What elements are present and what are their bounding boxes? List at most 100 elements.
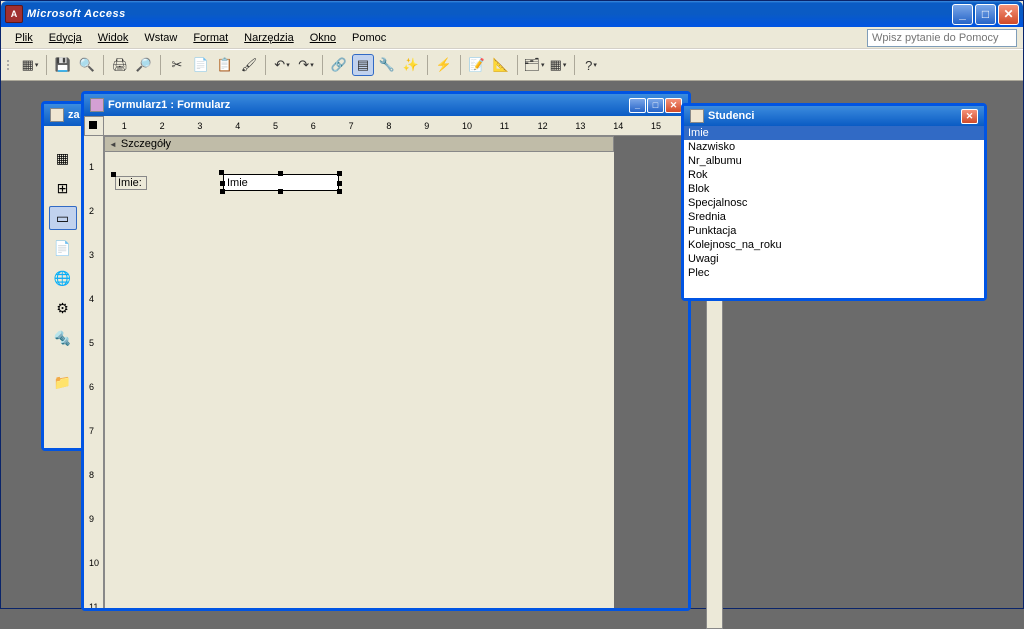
toolbox-button[interactable]: 🔧 bbox=[376, 54, 398, 76]
code-button[interactable]: ⚡ bbox=[433, 54, 455, 76]
ruler-v-mark: 9 bbox=[89, 514, 94, 524]
minimize-button[interactable]: _ bbox=[952, 4, 973, 25]
form-body: 123456789101112131415 1234567891011 Szcz… bbox=[84, 116, 688, 608]
app-title: Microsoft Access bbox=[27, 8, 952, 20]
modules-icon[interactable]: 🔩 bbox=[49, 326, 77, 350]
toolbar-handle[interactable] bbox=[7, 54, 13, 76]
copy-button[interactable]: 📄 bbox=[190, 54, 212, 76]
menu-format[interactable]: Format bbox=[185, 30, 236, 46]
field-list-title: Studenci bbox=[708, 110, 754, 122]
groups-icon[interactable]: 📁 bbox=[49, 370, 77, 394]
ruler-h-mark: 14 bbox=[613, 121, 623, 131]
field-item[interactable]: Plec bbox=[684, 266, 984, 280]
reports-icon[interactable]: 📄 bbox=[49, 236, 77, 260]
workspace: za Ob ▦ ⊞ ▭ 📄 🌐 ⚙ 🔩 📁 bbox=[1, 81, 1023, 608]
ruler-h-mark: 4 bbox=[235, 121, 240, 131]
app-window: A Microsoft Access _ □ ✕ Plik Edycja Wid… bbox=[0, 0, 1024, 609]
horizontal-ruler[interactable]: 123456789101112131415 bbox=[104, 116, 688, 136]
ruler-h-mark: 1 bbox=[122, 121, 127, 131]
menu-edycja[interactable]: Edycja bbox=[41, 30, 90, 46]
form-maximize-button[interactable]: □ bbox=[647, 98, 664, 113]
paste-button[interactable]: 📋 bbox=[214, 54, 236, 76]
print-button[interactable]: 🖨 bbox=[109, 54, 131, 76]
field-item[interactable]: Specjalnosc bbox=[684, 196, 984, 210]
field-item[interactable]: Kolejnosc_na_roku bbox=[684, 238, 984, 252]
maximize-button[interactable]: □ bbox=[975, 4, 996, 25]
properties-button[interactable]: 📝 bbox=[466, 54, 488, 76]
forms-icon[interactable]: ▭ bbox=[49, 206, 77, 230]
ruler-h-mark: 13 bbox=[575, 121, 585, 131]
ruler-corner[interactable] bbox=[84, 116, 104, 136]
ruler-v-mark: 4 bbox=[89, 294, 94, 304]
menu-plik[interactable]: Plik bbox=[7, 30, 41, 46]
access-icon: A bbox=[5, 5, 23, 23]
view-button[interactable]: ▦▾ bbox=[19, 54, 41, 76]
database-title: za bbox=[68, 109, 80, 121]
field-item[interactable]: Rok bbox=[684, 168, 984, 182]
ruler-h-mark: 12 bbox=[538, 121, 548, 131]
workspace-scrollbar[interactable] bbox=[706, 299, 723, 629]
autoformat-button[interactable]: ✨ bbox=[400, 54, 422, 76]
hyperlink-button[interactable]: 🔗 bbox=[328, 54, 350, 76]
redo-button[interactable]: ↷▾ bbox=[295, 54, 317, 76]
ruler-v-mark: 11 bbox=[89, 602, 98, 608]
ruler-h-mark: 6 bbox=[311, 121, 316, 131]
field-list-titlebar[interactable]: Studenci ✕ bbox=[684, 106, 984, 126]
build-button[interactable]: 📐 bbox=[490, 54, 512, 76]
textbox-imie[interactable]: Imie bbox=[223, 174, 339, 191]
ruler-v-mark: 5 bbox=[89, 338, 94, 348]
menu-okno[interactable]: Okno bbox=[302, 30, 344, 46]
field-list-button[interactable]: ▤ bbox=[352, 54, 374, 76]
new-object-button[interactable]: ▦▾ bbox=[547, 54, 569, 76]
menu-narzedzia[interactable]: Narzędzia bbox=[236, 30, 302, 46]
field-item[interactable]: Blok bbox=[684, 182, 984, 196]
field-item[interactable]: Imie bbox=[684, 126, 984, 140]
table-icon bbox=[690, 109, 704, 123]
database-window-button[interactable]: 🗂▾ bbox=[523, 54, 545, 76]
menubar: Plik Edycja Widok Wstaw Format Narzędzia… bbox=[1, 27, 1023, 49]
pages-icon[interactable]: 🌐 bbox=[49, 266, 77, 290]
design-surface[interactable]: Szczegóły Imie: Imie bbox=[104, 136, 614, 608]
menu-widok[interactable]: Widok bbox=[90, 30, 137, 46]
field-item[interactable]: Punktacja bbox=[684, 224, 984, 238]
field-item[interactable]: Nazwisko bbox=[684, 140, 984, 154]
ruler-v-mark: 7 bbox=[89, 426, 94, 436]
field-list-body[interactable]: ImieNazwiskoNr_albumuRokBlokSpecjalnoscS… bbox=[684, 126, 984, 298]
save-button[interactable]: 💾 bbox=[52, 54, 74, 76]
field-item[interactable]: Uwagi bbox=[684, 252, 984, 266]
ruler-v-mark: 8 bbox=[89, 470, 94, 480]
form-minimize-button[interactable]: _ bbox=[629, 98, 646, 113]
field-item[interactable]: Srednia bbox=[684, 210, 984, 224]
queries-icon[interactable]: ⊞ bbox=[49, 176, 77, 200]
macros-icon[interactable]: ⚙ bbox=[49, 296, 77, 320]
vertical-ruler[interactable]: 1234567891011 bbox=[84, 136, 104, 608]
format-painter-button[interactable]: 🖌 bbox=[238, 54, 260, 76]
help-button[interactable]: ?▾ bbox=[580, 54, 602, 76]
form-titlebar[interactable]: Formularz1 : Formularz _ □ ✕ bbox=[84, 94, 688, 116]
undo-button[interactable]: ↶▾ bbox=[271, 54, 293, 76]
ruler-h-mark: 10 bbox=[462, 121, 472, 131]
menu-pomoc[interactable]: Pomoc bbox=[344, 30, 394, 46]
ruler-h-mark: 3 bbox=[197, 121, 202, 131]
close-button[interactable]: ✕ bbox=[998, 4, 1019, 25]
ruler-v-mark: 2 bbox=[89, 206, 94, 216]
section-header-detail[interactable]: Szczegóły bbox=[104, 136, 614, 152]
ruler-v-mark: 10 bbox=[89, 558, 99, 568]
ruler-v-mark: 6 bbox=[89, 382, 94, 392]
help-question-input[interactable] bbox=[867, 29, 1017, 47]
form-title: Formularz1 : Formularz bbox=[108, 99, 230, 111]
detail-section[interactable]: Imie: Imie bbox=[104, 152, 614, 608]
ruler-h-mark: 2 bbox=[160, 121, 165, 131]
field-list-window[interactable]: Studenci ✕ ImieNazwiskoNr_albumuRokBlokS… bbox=[681, 103, 987, 301]
field-item[interactable]: Nr_albumu bbox=[684, 154, 984, 168]
search-button[interactable]: 🔍 bbox=[76, 54, 98, 76]
tables-icon[interactable]: ▦ bbox=[49, 146, 77, 170]
app-titlebar: A Microsoft Access _ □ ✕ bbox=[1, 1, 1023, 27]
menu-wstaw[interactable]: Wstaw bbox=[136, 30, 185, 46]
label-imie[interactable]: Imie: bbox=[115, 176, 147, 190]
cut-button[interactable]: ✂ bbox=[166, 54, 188, 76]
form-designer-window[interactable]: Formularz1 : Formularz _ □ ✕ 12345678910… bbox=[81, 91, 691, 611]
field-list-close-button[interactable]: ✕ bbox=[961, 109, 978, 124]
print-preview-button[interactable]: 🔎 bbox=[133, 54, 155, 76]
form-close-button[interactable]: ✕ bbox=[665, 98, 682, 113]
